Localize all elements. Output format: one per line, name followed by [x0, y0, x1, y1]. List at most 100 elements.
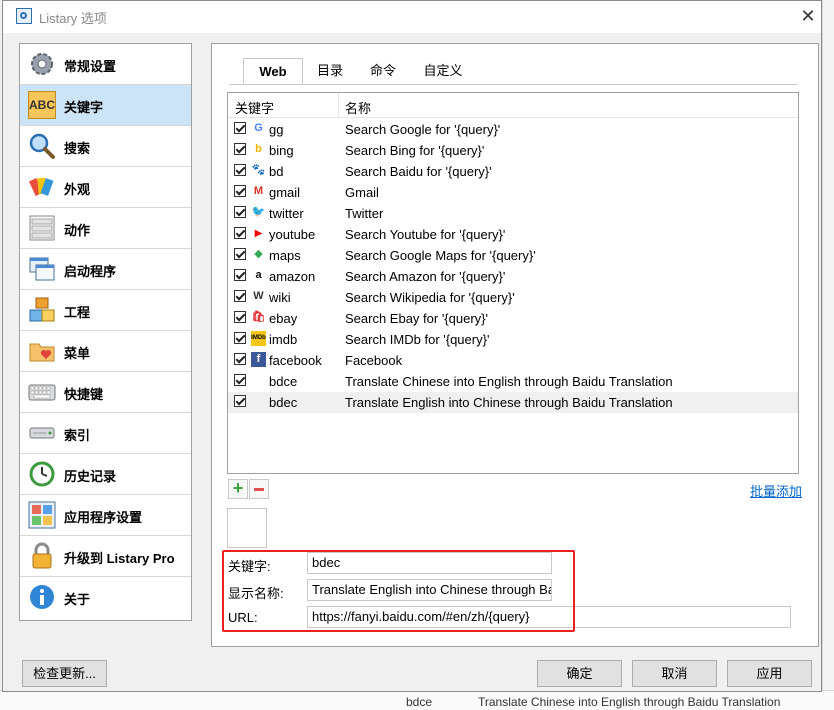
remove-keyword-button[interactable]	[249, 479, 269, 499]
name-cell: Search Google Maps for '{query}'	[345, 248, 536, 263]
ok-button[interactable]: 确定	[537, 660, 622, 687]
bing-icon: b	[255, 143, 262, 155]
sidebar-item-about[interactable]: 关于	[20, 577, 191, 618]
list-item[interactable]: b bing Search Bing for '{query}'	[228, 140, 798, 161]
gear-icon	[31, 53, 53, 75]
close-button[interactable]: ✕	[796, 5, 820, 27]
list-item[interactable]: bdec Translate English into Chinese throu…	[228, 392, 798, 413]
list-item[interactable]: Mgmail Gmail	[228, 182, 798, 203]
sidebar-item-projects[interactable]: 工程	[20, 290, 191, 331]
sidebar-item-keywords[interactable]: ABC 关键字	[20, 85, 191, 126]
keyword-cell: ebay	[269, 311, 298, 326]
cancel-button[interactable]: 取消	[632, 660, 717, 687]
name-cell: Search Amazon for '{query}'	[345, 269, 506, 284]
keyword-cell: bd	[269, 164, 284, 179]
tab-web[interactable]: Web	[243, 58, 303, 84]
enabled-checkbox[interactable]	[234, 248, 246, 260]
facebook-icon: f	[251, 352, 266, 367]
google-maps-icon: ◆	[254, 248, 263, 260]
sidebar-item-menu[interactable]: 菜单	[20, 331, 191, 372]
list-item[interactable]: ◆ maps Search Google Maps for '{query}'	[228, 245, 798, 266]
tab-directory[interactable]: 目录	[305, 58, 355, 84]
favorite-folder-icon	[29, 343, 55, 362]
windows-stack-icon	[29, 257, 55, 281]
list-item[interactable]: Wwiki Search Wikipedia for '{query}'	[228, 287, 798, 308]
keyword-cell: gmail	[269, 185, 301, 200]
action-menu-icon	[29, 215, 55, 241]
list-item[interactable]: IMDb imdb Search IMDb for '{query}'	[228, 329, 798, 350]
enabled-checkbox[interactable]	[234, 206, 246, 218]
enabled-checkbox[interactable]	[234, 227, 246, 239]
sidebar-item-upgrade-pro[interactable]: 升级到 Listary Pro	[20, 536, 191, 577]
name-cell: Search Bing for '{query}'	[345, 143, 485, 158]
name-cell: Translate English into Chinese through B…	[345, 395, 673, 410]
list-item[interactable]: a amazon Search Amazon for '{query}'	[228, 266, 798, 287]
sidebar-item-appearance[interactable]: 外观	[20, 167, 191, 208]
add-keyword-button[interactable]: +	[228, 479, 248, 499]
lock-icon	[32, 542, 52, 569]
column-header-keyword[interactable]: 关键字	[235, 98, 274, 117]
sidebar-item-label: 关于	[64, 592, 91, 607]
sidebar-item-label: 动作	[64, 223, 91, 238]
background-window-edge	[822, 0, 834, 709]
keyword-cell: bdec	[269, 395, 298, 410]
title-bar: Listary 选项 ✕	[3, 1, 821, 33]
sidebar-item-label: 常规设置	[64, 59, 117, 74]
name-cell: Search Baidu for '{query}'	[345, 164, 492, 179]
list-item[interactable]: ▶ youtube Search Youtube for '{query}'	[228, 224, 798, 245]
sidebar-item-label: 搜索	[64, 141, 91, 156]
window-title: Listary 选项	[39, 11, 107, 26]
boxes-icon	[29, 297, 55, 322]
enabled-checkbox[interactable]	[234, 143, 246, 155]
list-item[interactable]: 🐾 bd Search Baidu for '{query}'	[228, 161, 798, 182]
keyword-cell: bing	[269, 143, 294, 158]
keyword-cell: wiki	[269, 290, 291, 305]
enabled-checkbox[interactable]	[234, 311, 246, 323]
column-header-name[interactable]: 名称	[345, 98, 371, 117]
enabled-checkbox[interactable]	[234, 164, 246, 176]
keyword-cell: amazon	[269, 269, 316, 284]
name-cell: Translate Chinese into English through B…	[345, 374, 673, 389]
enabled-checkbox[interactable]	[234, 290, 246, 302]
sidebar-item-app-settings[interactable]: 应用程序设置	[20, 495, 191, 536]
twitter-icon: 🐦	[251, 206, 266, 218]
apply-button[interactable]: 应用	[727, 660, 812, 687]
sidebar-item-general[interactable]: 常规设置	[20, 44, 191, 85]
tab-custom[interactable]: 自定义	[413, 58, 473, 84]
enabled-checkbox[interactable]	[234, 185, 246, 197]
wikipedia-icon: W	[253, 290, 264, 302]
tab-commands[interactable]: 命令	[358, 58, 408, 84]
sidebar-item-label: 工程	[64, 305, 91, 320]
sidebar-item-label: 快捷键	[64, 387, 104, 402]
enabled-checkbox[interactable]	[234, 395, 246, 407]
batch-add-link[interactable]: 批量添加	[750, 481, 802, 500]
sidebar-item-search[interactable]: 搜索	[20, 126, 191, 167]
name-cell: Search IMDb for '{query}'	[345, 332, 490, 347]
keyword-cell: gg	[269, 122, 284, 137]
keyword-cell: twitter	[269, 206, 304, 221]
sidebar-item-index[interactable]: 索引	[20, 413, 191, 454]
sidebar-item-actions[interactable]: 动作	[20, 208, 191, 249]
enabled-checkbox[interactable]	[234, 353, 246, 365]
app-grid-icon	[28, 501, 56, 529]
list-item[interactable]: f facebook Facebook	[228, 350, 798, 371]
list-item[interactable]: bdce Translate Chinese into English throu…	[228, 371, 798, 392]
abc-icon: ABC	[28, 91, 56, 119]
keyword-icon-preview[interactable]	[227, 508, 267, 548]
list-item[interactable]: 🛍 ebay Search Ebay for '{query}'	[228, 308, 798, 329]
enabled-checkbox[interactable]	[234, 374, 246, 386]
list-item[interactable]: Ggg Search Google for '{query}'	[228, 119, 798, 140]
sidebar-item-hotkeys[interactable]: 快捷键	[20, 372, 191, 413]
list-item[interactable]: 🐦 twitter Twitter	[228, 203, 798, 224]
sidebar-item-launch-programs[interactable]: 启动程序	[20, 249, 191, 290]
check-updates-button[interactable]: 检查更新...	[22, 660, 107, 687]
keyboard-icon	[28, 384, 56, 401]
column-separator[interactable]	[338, 93, 339, 117]
enabled-checkbox[interactable]	[234, 122, 246, 134]
enabled-checkbox[interactable]	[234, 332, 246, 344]
gmail-icon: M	[253, 185, 264, 197]
enabled-checkbox[interactable]	[234, 269, 246, 281]
sidebar-item-history[interactable]: 历史记录	[20, 454, 191, 495]
sidebar-item-label: 升级到 Listary Pro	[64, 551, 175, 566]
baidu-icon: 🐾	[251, 164, 266, 176]
